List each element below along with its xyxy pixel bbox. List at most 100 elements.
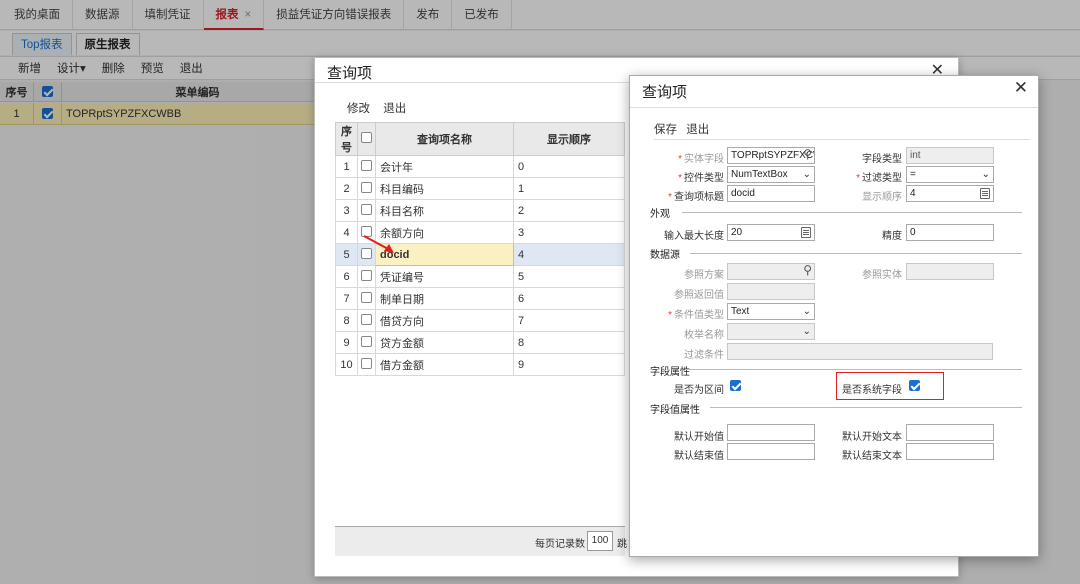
enum-name-label: 枚举名称 <box>684 330 724 341</box>
filter-type-label: * 过滤类型 <box>856 169 902 184</box>
table-row[interactable]: 3 科目名称 2 <box>335 199 625 222</box>
divider <box>682 212 1022 213</box>
enum-name-select[interactable]: ⌄ <box>727 323 815 340</box>
is-range-label: 是否为区间 <box>674 385 724 396</box>
row-no: 9 <box>335 331 358 354</box>
checkbox-icon[interactable] <box>361 313 372 325</box>
dialog-toolbar: 修改 退出 <box>347 100 416 116</box>
stepper-icon[interactable] <box>801 227 811 238</box>
table-row[interactable]: 6 凭证编号 5 <box>335 265 625 288</box>
required-mark: * <box>678 173 682 184</box>
is-range-checkbox[interactable] <box>730 380 741 391</box>
filter-cond-label: 过滤条件 <box>684 350 724 361</box>
row-check[interactable] <box>357 177 376 200</box>
close-icon[interactable]: ✕ <box>1014 78 1028 98</box>
default-end-value-label: 默认结束值 <box>674 451 724 462</box>
default-start-text-label: 默认开始文本 <box>842 432 902 443</box>
required-mark: * <box>668 192 672 203</box>
chevron-down-icon: ⌄ <box>981 169 990 180</box>
section-datasource: 数据源 <box>650 250 680 261</box>
checkbox-icon[interactable] <box>361 181 372 193</box>
ref-scheme-input[interactable]: ⚲ <box>727 263 815 280</box>
row-no: 8 <box>335 309 358 332</box>
header-name: 查询项名称 <box>374 122 515 156</box>
checkbox-icon[interactable] <box>361 269 372 281</box>
query-title-input[interactable]: docid <box>727 185 815 202</box>
header-check[interactable] <box>357 122 376 156</box>
table-row[interactable]: 2 科目编码 1 <box>335 177 625 200</box>
checkbox-icon[interactable] <box>361 159 372 171</box>
entity-field-label: * 实体字段 <box>678 150 724 165</box>
row-check[interactable] <box>357 309 376 332</box>
table-row[interactable]: 8 借贷方向 7 <box>335 309 625 332</box>
row-name: docid <box>374 243 515 266</box>
default-end-text-input[interactable] <box>906 443 994 460</box>
row-no: 4 <box>335 221 358 244</box>
ref-scheme-label: 参照方案 <box>684 270 724 281</box>
row-check[interactable] <box>357 287 376 310</box>
checkbox-icon[interactable] <box>361 335 372 347</box>
save-button[interactable]: 保存 <box>654 124 677 136</box>
display-order-stepper[interactable]: 4 <box>906 185 994 202</box>
control-type-select[interactable]: NumTextBox ⌄ <box>727 166 815 183</box>
entity-field-input[interactable]: TOPRptSYPZFXCWBB⚲ <box>727 147 815 164</box>
ref-return-input[interactable] <box>727 283 815 300</box>
header-order: 显示顺序 <box>513 122 625 156</box>
entity-field-label-text: 实体字段 <box>684 154 724 165</box>
filter-type-select[interactable]: = ⌄ <box>906 166 994 183</box>
row-name: 会计年 <box>374 155 515 178</box>
default-start-text-input[interactable] <box>906 424 994 441</box>
filter-cond-input[interactable] <box>727 343 993 360</box>
chevron-down-icon: ⌄ <box>802 169 811 180</box>
edit-button[interactable]: 修改 <box>347 103 370 115</box>
display-order-label: 显示顺序 <box>862 192 902 203</box>
cond-value-type-label: * 条件值类型 <box>668 306 724 321</box>
checkbox-icon[interactable] <box>361 203 372 215</box>
max-length-stepper[interactable]: 20 <box>727 224 815 241</box>
row-name: 科目名称 <box>374 199 515 222</box>
row-no: 1 <box>335 155 358 178</box>
precision-label: 精度 <box>882 231 902 242</box>
ref-entity-input[interactable] <box>906 263 994 280</box>
exit-button[interactable]: 退出 <box>383 103 406 115</box>
row-order: 3 <box>513 221 625 244</box>
row-order: 5 <box>513 265 625 288</box>
dialog-title: 查询项 <box>642 84 688 101</box>
per-page-label: 每页记录数 <box>535 539 585 550</box>
row-name: 借方金额 <box>374 353 515 376</box>
row-no: 10 <box>335 353 358 376</box>
table-row[interactable]: 10 借方金额 9 <box>335 353 625 376</box>
precision-input[interactable]: 0 <box>906 224 994 241</box>
checkbox-icon[interactable] <box>361 132 372 143</box>
row-check[interactable] <box>357 265 376 288</box>
required-mark: * <box>856 173 860 184</box>
stepper-icon[interactable] <box>980 188 990 199</box>
default-start-value-input[interactable] <box>727 424 815 441</box>
cond-value-type-label-text: 条件值类型 <box>674 310 724 321</box>
per-page-input[interactable]: 100 <box>587 531 613 551</box>
row-check[interactable] <box>357 353 376 376</box>
checkbox-icon[interactable] <box>361 291 372 303</box>
row-order: 6 <box>513 287 625 310</box>
row-order: 7 <box>513 309 625 332</box>
cond-value-type-select[interactable]: Text ⌄ <box>727 303 815 320</box>
table-row[interactable]: 7 制单日期 6 <box>335 287 625 310</box>
table-header-row: 序号 查询项名称 显示顺序 <box>335 122 625 156</box>
search-icon[interactable]: ⚲ <box>803 264 812 278</box>
chevron-down-icon: ⌄ <box>802 326 811 337</box>
table-row[interactable]: 1 会计年 0 <box>335 155 625 178</box>
row-check[interactable] <box>357 199 376 222</box>
row-check[interactable] <box>357 155 376 178</box>
table-row[interactable]: 9 贷方金额 8 <box>335 331 625 354</box>
default-end-text-label: 默认结束文本 <box>842 451 902 462</box>
row-check[interactable] <box>357 331 376 354</box>
search-icon[interactable]: ⚲ <box>803 148 812 162</box>
field-type-input[interactable]: int <box>906 147 994 164</box>
chevron-down-icon: ⌄ <box>802 306 811 317</box>
row-name: 制单日期 <box>374 287 515 310</box>
checkbox-icon[interactable] <box>361 357 372 369</box>
divider <box>710 407 1022 408</box>
exit-button[interactable]: 退出 <box>686 124 709 136</box>
default-end-value-input[interactable] <box>727 443 815 460</box>
header-no: 序号 <box>335 122 358 156</box>
